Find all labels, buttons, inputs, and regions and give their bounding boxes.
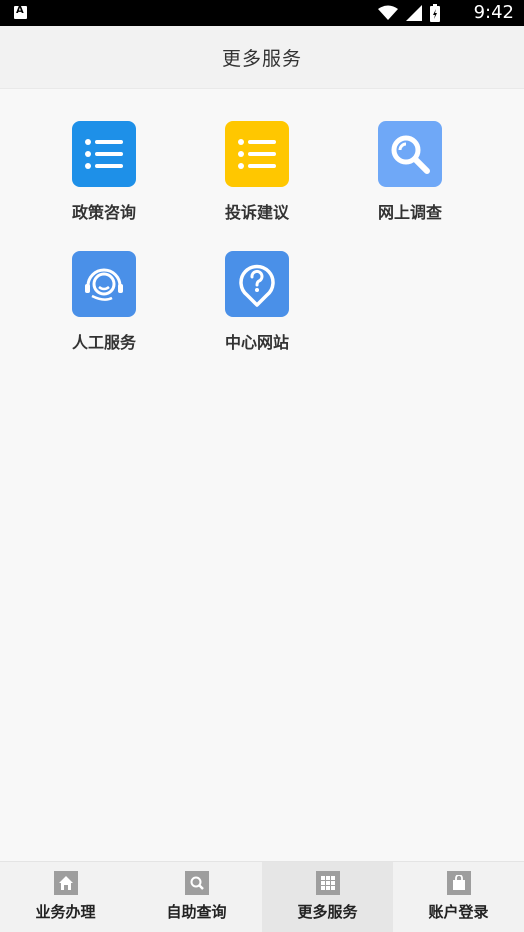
list-icon — [225, 121, 289, 187]
service-policy-consult[interactable]: 政策咨询 — [29, 121, 179, 241]
status-time: 9:42 — [473, 2, 514, 23]
grid-icon — [315, 871, 340, 895]
service-label: 政策咨询 — [71, 203, 136, 222]
service-manual[interactable]: 人工服务 — [29, 251, 179, 371]
home-icon — [53, 871, 78, 895]
wifi-icon — [378, 5, 398, 20]
search-icon — [184, 871, 209, 895]
tab-label: 账户登录 — [428, 903, 489, 921]
service-complaint[interactable]: 投诉建议 — [182, 121, 332, 241]
battery-icon — [430, 4, 440, 22]
location-help-icon — [225, 251, 289, 317]
signal-icon — [406, 5, 422, 21]
notification-icon — [14, 5, 27, 19]
list-icon — [72, 121, 136, 187]
service-online-survey[interactable]: 网上调查 — [335, 121, 485, 241]
status-icons — [378, 4, 440, 22]
service-label: 中心网站 — [224, 333, 289, 352]
search-icon — [378, 121, 442, 187]
tab-label: 业务办理 — [35, 903, 96, 921]
bag-icon — [446, 871, 471, 895]
bottom-tab-bar: 业务办理 自助查询 更多服务 账户登录 — [0, 861, 524, 932]
status-bar: 9:42 — [0, 0, 524, 26]
tab-self-query[interactable]: 自助查询 — [131, 862, 262, 932]
tab-label: 自助查询 — [166, 903, 227, 921]
service-label: 人工服务 — [71, 333, 136, 352]
headset-icon — [72, 251, 136, 317]
service-center-website[interactable]: 中心网站 — [182, 251, 332, 371]
tab-account-login[interactable]: 账户登录 — [393, 862, 524, 932]
service-label: 投诉建议 — [224, 203, 289, 222]
service-label: 网上调查 — [377, 203, 442, 222]
page-header: 更多服务 — [0, 26, 524, 89]
tab-more-services[interactable]: 更多服务 — [262, 862, 393, 932]
tab-label: 更多服务 — [297, 903, 358, 921]
page-title: 更多服务 — [221, 47, 302, 70]
tab-business[interactable]: 业务办理 — [0, 862, 131, 932]
